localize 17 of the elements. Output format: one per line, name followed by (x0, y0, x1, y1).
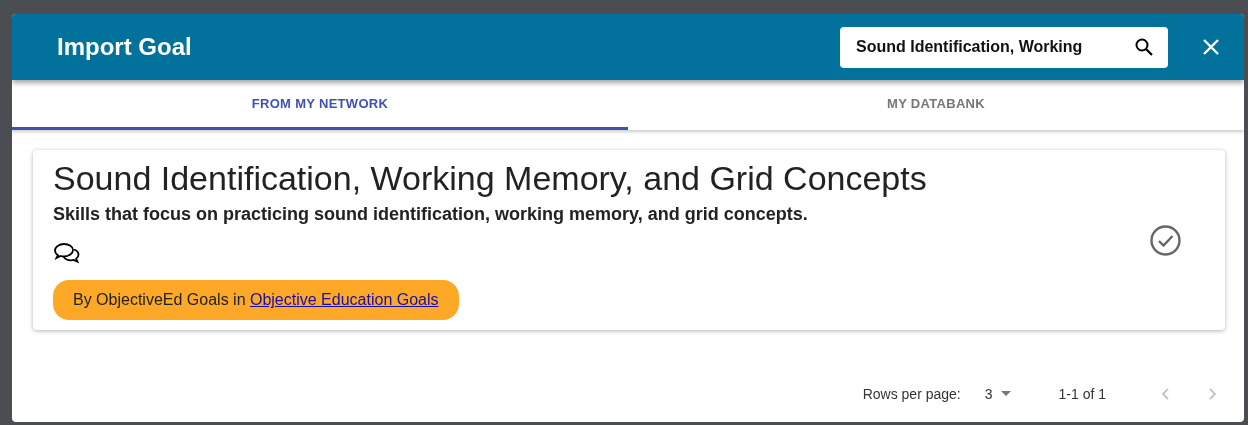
goal-title: Sound Identification, Working Memory, and Grid Concepts (53, 160, 928, 198)
search-icon[interactable] (1134, 37, 1154, 57)
page-range: 1-1 of 1 (1058, 384, 1106, 404)
caret-icon (1000, 391, 1011, 397)
comments-icon[interactable] (53, 242, 81, 265)
collection-link[interactable]: Objective Education Goals (249, 291, 439, 309)
search-input[interactable]: Sound Identification, Working (854, 34, 1134, 60)
rows-per-page-label: Rows per page: (862, 384, 961, 404)
tab[interactable]: FROM MY NETWORK (12, 80, 628, 130)
search-field[interactable]: Sound Identification, Working (840, 26, 1168, 68)
tab[interactable]: MY DATABANK (628, 80, 1244, 130)
source-text: By ObjectiveEd Goals in (73, 291, 247, 309)
rows-per-page-select[interactable]: 3 (984, 383, 1011, 405)
goal-description: Skills that focus on practicing sound identification, working memory, and grid concepts. (53, 203, 809, 227)
goal-card[interactable]: Sound Identification, Working Memory, and Grid Concepts Skills that focus on practicing sound identification, working memory, and grid concepts. By ObjectiveEd Goals in Objective Education Goals (33, 150, 1225, 331)
dialog-title: Import Goal (57, 32, 192, 62)
check-circle-icon[interactable] (1150, 224, 1181, 256)
